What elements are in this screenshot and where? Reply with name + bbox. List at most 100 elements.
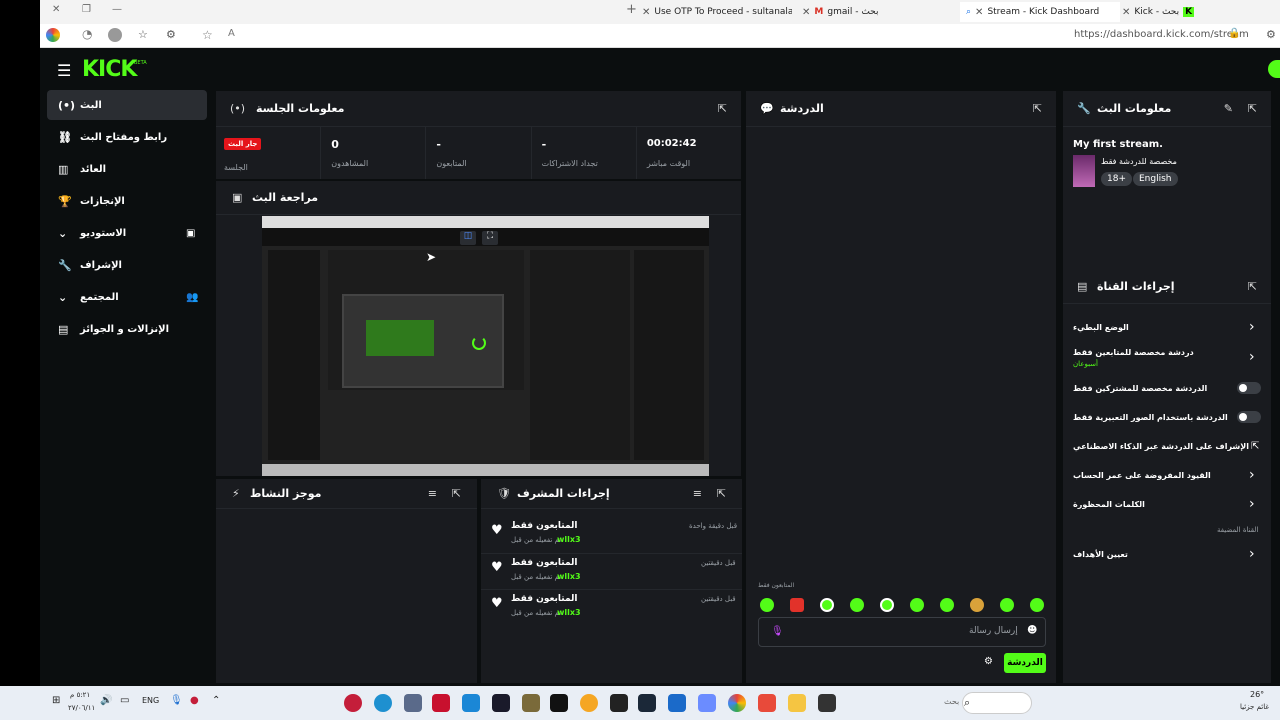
- chevron-up-icon[interactable]: ⌃: [212, 695, 220, 706]
- close-tab-icon[interactable]: ✕: [1122, 7, 1130, 18]
- file-explorer-icon[interactable]: [788, 694, 806, 712]
- tag-badge[interactable]: 18+: [1101, 172, 1132, 186]
- edge-icon[interactable]: [374, 694, 392, 712]
- action-slow-mode[interactable]: الوضع البطيء ›: [1063, 318, 1271, 340]
- app-icon[interactable]: [344, 694, 362, 712]
- emote-icon[interactable]: [910, 598, 924, 612]
- app-icon[interactable]: [580, 694, 598, 712]
- tag-badge[interactable]: English: [1133, 172, 1178, 186]
- adobe-icon[interactable]: [432, 694, 450, 712]
- emote-icon[interactable]: [790, 598, 804, 612]
- sidebar-item-community[interactable]: ⌄ المجتمع 👥: [48, 283, 206, 311]
- epic-games-icon[interactable]: [610, 694, 628, 712]
- tiktok-icon[interactable]: [550, 694, 568, 712]
- stream-video[interactable]: [262, 216, 709, 476]
- gmail-icon: M: [814, 7, 824, 17]
- emote-icon[interactable]: [760, 598, 774, 612]
- edit-icon[interactable]: ✎: [1224, 102, 1233, 115]
- extensions-icon[interactable]: ⚙: [166, 28, 176, 41]
- chat-settings-icon[interactable]: ⚙: [984, 656, 993, 667]
- store-icon[interactable]: [668, 694, 686, 712]
- tab-kick-dashboard[interactable]: ⌕ ✕ Stream - Kick Dashboard: [960, 2, 1120, 22]
- url-text[interactable]: https://dashboard.kick.com/stream: [1074, 29, 1249, 40]
- popout-icon[interactable]: ⇱: [718, 102, 727, 115]
- action-set-goals[interactable]: تعيين الأهداف ›: [1063, 546, 1271, 566]
- close-tab-icon[interactable]: ✕: [642, 7, 650, 18]
- star-icon[interactable]: ☆: [202, 28, 213, 42]
- taskview-icon[interactable]: [818, 694, 836, 712]
- mic-icon[interactable]: 🎙: [771, 626, 784, 637]
- filter-icon[interactable]: ≡: [693, 487, 702, 500]
- profile-icon[interactable]: [46, 28, 60, 42]
- popout-icon[interactable]: ⇱: [1033, 102, 1042, 115]
- sidebar-item-revenue[interactable]: ▥ العائد: [48, 155, 206, 183]
- popout-icon[interactable]: ⇱: [452, 487, 461, 500]
- copilot-icon[interactable]: [698, 694, 716, 712]
- new-tab-icon[interactable]: +: [626, 2, 637, 17]
- popout-icon[interactable]: ⇱: [1248, 102, 1257, 115]
- restore-window-icon[interactable]: ❐: [82, 4, 91, 15]
- workspace-icon[interactable]: ◔: [82, 27, 92, 41]
- tab-gmail[interactable]: ✕ M gmail - بحث: [802, 4, 952, 20]
- settings-icon[interactable]: ⚙: [1266, 28, 1276, 41]
- user-avatar[interactable]: [1268, 60, 1280, 78]
- address-bar: ◔ ☆ ⚙ ☆ A https://dashboard.kick.com/str…: [40, 24, 1280, 48]
- sidebar-item-stream-key[interactable]: ⛓ رابط ومفتاح البث: [48, 123, 206, 151]
- fullscreen-icon[interactable]: ⛶: [482, 231, 498, 245]
- emote-icon[interactable]: [970, 598, 984, 612]
- mod-action-item: ♥ المتابعون فقط تم تفعيله من قبل wllx3 ق…: [481, 589, 742, 623]
- popout-icon[interactable]: ⇱: [1248, 280, 1257, 293]
- avatar[interactable]: [108, 28, 122, 42]
- sidebar-item-stream[interactable]: (•) البث: [48, 91, 206, 119]
- chat-input[interactable]: 🎙 إرسال رسالة ☻: [758, 617, 1046, 647]
- steam-icon[interactable]: [638, 694, 656, 712]
- app-icon[interactable]: [758, 694, 776, 712]
- sidebar-item-studio[interactable]: ⌄ الاستوديو ▣: [48, 219, 206, 247]
- chat-send-button[interactable]: الدردشة: [1004, 653, 1046, 673]
- mic-icon[interactable]: 🎙: [170, 695, 183, 706]
- notification-icon[interactable]: ⊞: [52, 695, 60, 706]
- action-followers-only[interactable]: دردشة مخصصة للمتابعين فقط أسبوعان ›: [1063, 346, 1271, 372]
- close-tab-icon[interactable]: ✕: [802, 7, 810, 18]
- minimize-window-icon[interactable]: —: [112, 4, 122, 15]
- chrome-icon[interactable]: [728, 694, 746, 712]
- emotes-only-toggle[interactable]: [1237, 411, 1261, 423]
- tab-kick-search[interactable]: ✕ Kick - بحث K: [1122, 4, 1232, 20]
- app-icon[interactable]: [404, 694, 422, 712]
- subscribers-only-toggle[interactable]: [1237, 382, 1261, 394]
- app-icon[interactable]: [462, 694, 480, 712]
- filter-icon[interactable]: ≡: [428, 487, 437, 500]
- tab-otp[interactable]: ✕ Use OTP To Proceed - sultanalasi: [642, 4, 792, 20]
- stream-preview-header: ▣ مراجعة البث: [216, 181, 741, 215]
- emote-icon[interactable]: [1030, 598, 1044, 612]
- action-banned-words[interactable]: الكلمات المحظورة ›: [1063, 496, 1271, 516]
- menu-icon[interactable]: ☰: [57, 61, 71, 80]
- kick-logo[interactable]: KICK: [82, 57, 137, 82]
- sidebar-item-drops[interactable]: ▤ الإنزالات و الجوائز: [48, 315, 206, 343]
- app-icon[interactable]: [522, 694, 540, 712]
- volume-icon[interactable]: 🔊: [100, 695, 112, 706]
- close-window-icon[interactable]: ✕: [52, 4, 60, 15]
- read-aloud-icon[interactable]: A: [228, 28, 235, 39]
- pip-icon[interactable]: ◫: [460, 231, 476, 245]
- emote-icon[interactable]: [940, 598, 954, 612]
- favorites-icon[interactable]: ☆: [138, 28, 148, 41]
- taskbar-search[interactable]: [962, 692, 1032, 714]
- emote-icon[interactable]: [1000, 598, 1014, 612]
- weather-temp[interactable]: 26°: [1250, 690, 1264, 699]
- emoji-icon[interactable]: ☻: [1027, 625, 1037, 636]
- emote-icon[interactable]: [880, 598, 894, 612]
- sidebar-item-achievements[interactable]: 🏆 الإنجازات: [48, 187, 206, 215]
- clock-time[interactable]: ٥:٢١ م: [70, 691, 90, 699]
- app-tray-icon[interactable]: ●: [190, 695, 199, 706]
- action-ai-moderation[interactable]: الإشراف على الدردشة عبر الذكاء الاصطناعي…: [1063, 438, 1271, 458]
- capcut-icon[interactable]: [492, 694, 510, 712]
- popout-icon[interactable]: ⇱: [717, 487, 726, 500]
- close-tab-icon[interactable]: ✕: [975, 7, 983, 18]
- sidebar-item-moderation[interactable]: 🔧 الإشراف: [48, 251, 206, 279]
- language-indicator[interactable]: ENG: [142, 696, 159, 705]
- emote-icon[interactable]: [850, 598, 864, 612]
- emote-icon[interactable]: [820, 598, 834, 612]
- action-account-age[interactable]: القيود المفروضة على عمر الحساب ›: [1063, 467, 1271, 487]
- category-name[interactable]: مخصصة للدردشة فقط: [1101, 157, 1177, 166]
